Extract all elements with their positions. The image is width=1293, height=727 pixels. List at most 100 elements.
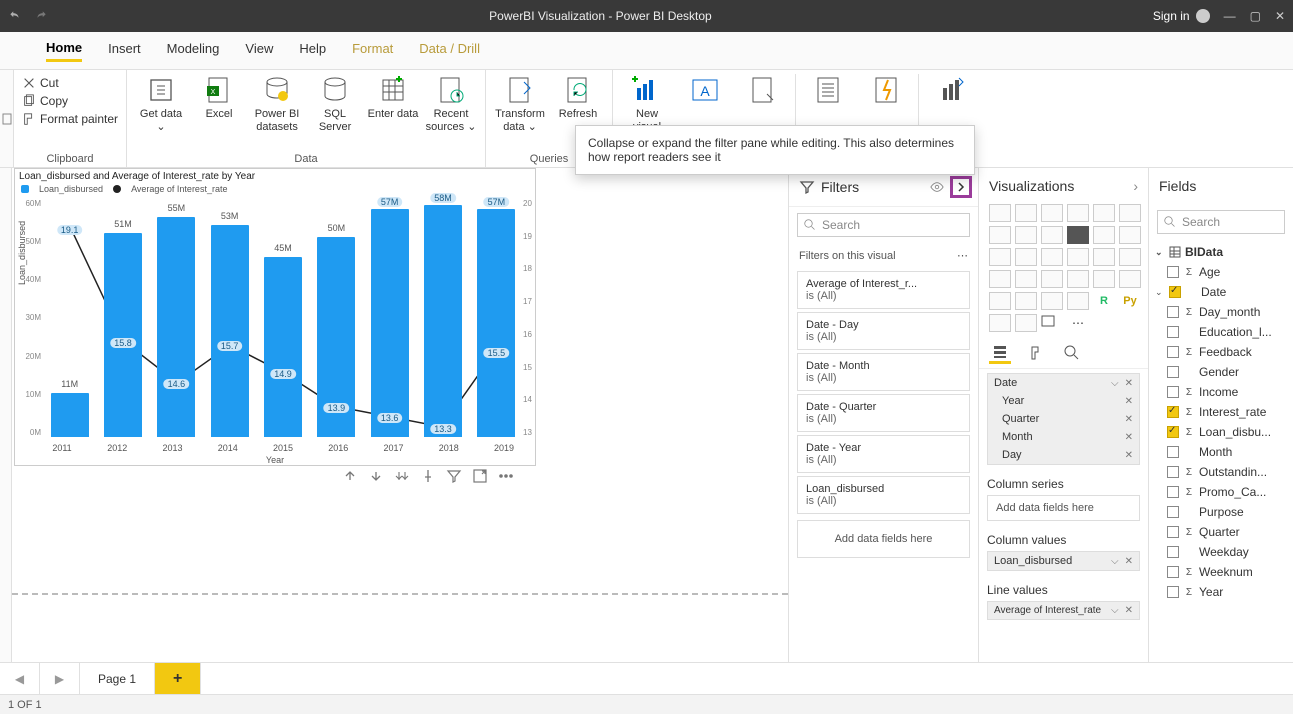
viz-type[interactable] — [1093, 248, 1115, 266]
field-item[interactable]: Weekday — [1153, 542, 1289, 562]
tab-home[interactable]: Home — [46, 40, 82, 62]
filters-add-placeholder[interactable]: Add data fields here — [797, 520, 970, 558]
filter-card[interactable]: Date - Quarteris (All) — [797, 394, 970, 432]
excel-button[interactable]: XExcel — [193, 74, 245, 136]
enter-data-button[interactable]: Enter data — [367, 74, 419, 136]
viz-type[interactable] — [1067, 248, 1089, 266]
viz-type[interactable]: R — [1093, 292, 1115, 310]
analytics-tab[interactable] — [1061, 342, 1083, 364]
field-item[interactable]: ΣFeedback — [1153, 342, 1289, 362]
field-item[interactable]: ΣWeeknum — [1153, 562, 1289, 582]
cut-button[interactable]: Cut — [22, 74, 118, 92]
chevron-right-icon[interactable]: › — [1133, 178, 1138, 194]
filter-card[interactable]: Average of Interest_r...is (All) — [797, 271, 970, 309]
more-icon[interactable] — [498, 468, 514, 484]
viz-type[interactable] — [989, 270, 1011, 288]
filter-card[interactable]: Date - Dayis (All) — [797, 312, 970, 350]
report-canvas[interactable]: Loan_disbursed and Average of Interest_r… — [12, 168, 788, 662]
format-tab[interactable] — [1025, 342, 1047, 364]
pbi-datasets-button[interactable]: Power BI datasets — [251, 74, 303, 136]
eye-icon[interactable] — [930, 180, 944, 194]
linevalues-item[interactable]: Average of Interest_rate⌵✕ — [988, 602, 1139, 619]
close-icon[interactable]: ✕ — [1275, 9, 1285, 23]
viz-type[interactable] — [989, 292, 1011, 310]
get-data-button[interactable]: Get data ⌄ — [135, 74, 187, 136]
collapse-filters-button[interactable] — [950, 176, 972, 198]
field-item[interactable]: ΣPromo_Ca... — [1153, 482, 1289, 502]
viz-type[interactable] — [989, 204, 1011, 222]
field-item[interactable]: Purpose — [1153, 502, 1289, 522]
viz-type[interactable] — [1067, 204, 1089, 222]
paste-slim[interactable] — [0, 70, 14, 167]
tab-view[interactable]: View — [245, 41, 273, 60]
field-item[interactable]: Month — [1153, 442, 1289, 462]
format-painter-button[interactable]: Format painter — [22, 110, 118, 128]
colseries-placeholder[interactable]: Add data fields here — [987, 495, 1140, 521]
viz-type[interactable] — [1041, 204, 1063, 222]
tab-insert[interactable]: Insert — [108, 41, 141, 60]
page-next-button[interactable]: ▶ — [40, 663, 80, 694]
add-page-button[interactable]: + — [155, 663, 201, 694]
viz-type[interactable] — [1041, 292, 1063, 310]
viz-type[interactable] — [1119, 204, 1141, 222]
viz-type[interactable]: ⋯ — [1067, 314, 1089, 332]
left-rail[interactable] — [0, 168, 12, 662]
viz-type[interactable] — [1119, 270, 1141, 288]
viz-type[interactable] — [1041, 248, 1063, 266]
tab-format[interactable]: Format — [352, 41, 393, 60]
viz-type[interactable] — [1041, 226, 1063, 244]
minimize-icon[interactable]: — — [1224, 9, 1236, 23]
filters-section-more[interactable]: ⋯ — [957, 249, 968, 262]
well-item[interactable]: Quarter✕ — [988, 410, 1139, 428]
focus-icon[interactable] — [472, 468, 488, 484]
viz-type[interactable] — [1093, 226, 1115, 244]
viz-type[interactable] — [1015, 270, 1037, 288]
undo-icon[interactable] — [8, 9, 22, 23]
tab-datadrill[interactable]: Data / Drill — [419, 41, 480, 60]
viz-type[interactable] — [1041, 270, 1063, 288]
transform-data-button[interactable]: Transform data ⌄ — [494, 74, 546, 136]
field-item[interactable]: ΣInterest_rate — [1153, 402, 1289, 422]
viz-type[interactable] — [1015, 226, 1037, 244]
field-item[interactable]: ΣDay_month — [1153, 302, 1289, 322]
viz-type[interactable] — [1015, 314, 1037, 332]
viz-type[interactable] — [989, 248, 1011, 266]
page-tab-1[interactable]: Page 1 — [80, 663, 155, 694]
viz-type[interactable] — [1015, 204, 1037, 222]
signin-button[interactable]: Sign in — [1153, 9, 1210, 23]
field-item[interactable]: ΣLoan_disbu... — [1153, 422, 1289, 442]
sql-server-button[interactable]: SQL Server — [309, 74, 361, 136]
viz-type[interactable] — [1119, 226, 1141, 244]
viz-type[interactable] — [1067, 270, 1089, 288]
field-item[interactable]: Education_l... — [1153, 322, 1289, 342]
field-item[interactable]: ΣIncome — [1153, 382, 1289, 402]
well-item[interactable]: Month✕ — [988, 428, 1139, 446]
copy-button[interactable]: Copy — [22, 92, 118, 110]
filter-card[interactable]: Date - Yearis (All) — [797, 435, 970, 473]
field-item[interactable]: Gender — [1153, 362, 1289, 382]
chart-visual[interactable]: Loan_disbursed and Average of Interest_r… — [14, 168, 536, 466]
viz-type[interactable] — [1067, 292, 1089, 310]
viz-type[interactable] — [1041, 314, 1063, 332]
filter-icon[interactable] — [446, 468, 462, 484]
viz-type[interactable] — [1067, 226, 1089, 244]
fields-search[interactable]: Search — [1157, 210, 1285, 234]
viz-type[interactable] — [1015, 248, 1037, 266]
expand-down-icon[interactable] — [394, 468, 410, 484]
fields-table[interactable]: ⌄BIData — [1153, 242, 1289, 262]
field-item[interactable]: ΣOutstandin... — [1153, 462, 1289, 482]
redo-icon[interactable] — [34, 9, 48, 23]
well-item[interactable]: Day✕ — [988, 446, 1139, 464]
viz-type[interactable] — [1093, 270, 1115, 288]
viz-type[interactable]: Py — [1119, 292, 1141, 310]
field-item[interactable]: ΣAge — [1153, 262, 1289, 282]
field-item[interactable]: ⌄Date — [1153, 282, 1289, 302]
drill-down-icon[interactable] — [368, 468, 384, 484]
recent-sources-button[interactable]: Recent sources ⌄ — [425, 74, 477, 136]
drill-up-icon[interactable] — [342, 468, 358, 484]
tab-modeling[interactable]: Modeling — [167, 41, 220, 60]
viz-type[interactable] — [989, 226, 1011, 244]
well-date[interactable]: Date⌵✕ — [988, 374, 1139, 392]
page-prev-button[interactable]: ◀ — [0, 663, 40, 694]
colvalues-item[interactable]: Loan_disbursed⌵✕ — [988, 552, 1139, 570]
